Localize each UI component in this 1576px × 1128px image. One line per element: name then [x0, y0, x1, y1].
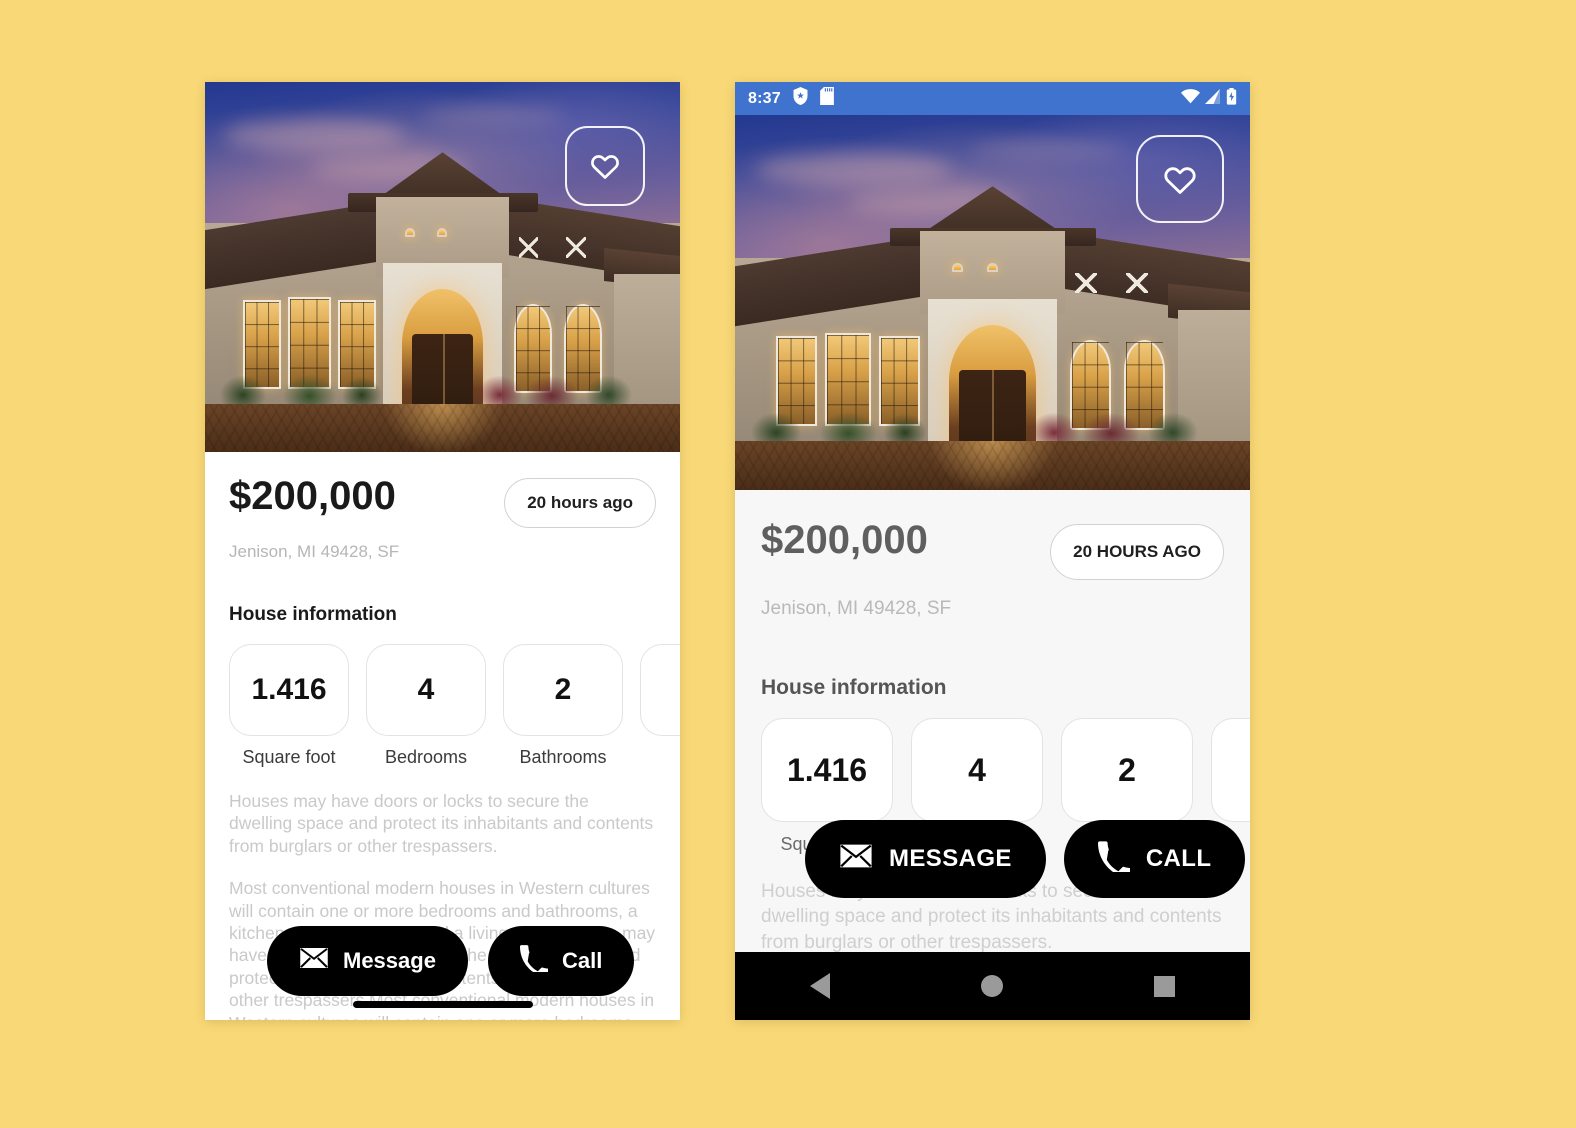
back-button[interactable]: [810, 973, 831, 999]
home-indicator[interactable]: [352, 1001, 533, 1008]
android-phone-panel: 8:37 $200,000 20 HOURS AGO Jenison, MI 4…: [735, 82, 1250, 1020]
status-bar-right: [1181, 87, 1237, 110]
call-button-label: Call: [561, 948, 603, 973]
wifi-icon: [1181, 88, 1200, 109]
fact-label: Ga: [640, 747, 680, 768]
cloud-shape: [224, 119, 405, 153]
house-information-title: House information: [761, 676, 947, 699]
message-button-label: MESSAGE: [889, 845, 1012, 872]
phone-icon: [519, 944, 550, 978]
fact-card[interactable]: 1.416 Square foot: [229, 644, 349, 768]
status-bar-clock: 8:37: [748, 89, 781, 107]
envelope-icon: [839, 843, 873, 876]
envelope-icon: [299, 946, 329, 976]
tower-window: [986, 262, 998, 272]
message-button[interactable]: Message: [267, 926, 468, 996]
action-buttons-android: MESSAGE CALL: [805, 820, 1246, 898]
cell-signal-icon: [1205, 88, 1221, 109]
favorite-button[interactable]: [1136, 135, 1224, 223]
price-text: $200,000: [761, 518, 928, 562]
screenshot-canvas: $200,000 20 hours ago Jenison, MI 49428,…: [0, 0, 1576, 1128]
message-button-label: Message: [343, 948, 436, 973]
driveway: [735, 441, 1250, 490]
house-facts-row[interactable]: 1.416 Square foot 4 Bedrooms 2 Bathrooms…: [229, 644, 680, 768]
price-row: $200,000 20 hours ago: [229, 476, 656, 528]
price-text: $200,000: [229, 474, 396, 518]
fact-card[interactable]: 2 Bathrooms: [503, 644, 623, 768]
call-button[interactable]: Call: [487, 926, 635, 996]
fact-value: [1211, 718, 1250, 822]
listing-photo-ios[interactable]: [205, 82, 680, 452]
cloud-shape: [971, 137, 1127, 160]
tower-window: [952, 262, 963, 272]
wall-medallion: [566, 237, 586, 258]
phone-icon: [1097, 840, 1132, 879]
call-button[interactable]: CALL: [1063, 820, 1246, 898]
fact-label: Square foot: [242, 747, 336, 767]
fact-value: 1.416: [761, 718, 893, 822]
description-paragraph: Houses may have doors or locks to secure…: [229, 791, 654, 856]
tower-window: [405, 227, 416, 237]
call-button-label: CALL: [1145, 845, 1212, 872]
fact-value: 4: [366, 644, 486, 736]
fact-value: 4: [911, 718, 1043, 822]
fact-value: 2: [1061, 718, 1193, 822]
wall-medallion: [518, 237, 539, 258]
fact-card[interactable]: 4 Bedrooms: [366, 644, 486, 768]
fact-value: 1.416: [229, 644, 349, 736]
driveway: [205, 403, 680, 452]
favorite-button[interactable]: [565, 126, 645, 206]
listing-photo-android[interactable]: [735, 115, 1250, 490]
ios-phone-panel: $200,000 20 hours ago Jenison, MI 49428,…: [205, 82, 680, 1020]
fact-value: [640, 644, 680, 736]
address-text: Jenison, MI 49428, SF: [229, 542, 400, 561]
time-ago-badge[interactable]: 20 HOURS AGO: [1050, 524, 1224, 580]
heart-icon: [1163, 164, 1197, 195]
fact-label: Bathrooms: [519, 747, 607, 767]
price-row: $200,000 20 HOURS AGO: [761, 520, 1224, 580]
status-bar-left: 8:37: [748, 87, 834, 110]
heart-icon: [590, 152, 620, 180]
fact-card[interactable]: Ga: [640, 644, 680, 768]
home-button[interactable]: [980, 975, 1003, 997]
android-status-bar: 8:37: [735, 82, 1250, 115]
action-buttons-ios: Message Call: [267, 926, 635, 996]
wall-medallion: [1074, 272, 1097, 294]
sd-card-icon: [819, 87, 834, 110]
battery-charging-icon: [1226, 87, 1237, 110]
message-button[interactable]: MESSAGE: [805, 820, 1046, 898]
address-text: Jenison, MI 49428, SF: [761, 598, 952, 619]
fact-value: 2: [503, 644, 623, 736]
fact-label: Bedrooms: [384, 747, 468, 767]
tower-window: [437, 227, 448, 237]
recents-button[interactable]: [1153, 975, 1175, 997]
house-information-title: House information: [229, 604, 397, 625]
shield-icon: [792, 87, 809, 110]
cloud-shape: [755, 152, 952, 187]
wall-medallion: [1126, 272, 1149, 294]
time-ago-badge[interactable]: 20 hours ago: [504, 478, 656, 528]
android-nav-bar: [735, 952, 1250, 1020]
